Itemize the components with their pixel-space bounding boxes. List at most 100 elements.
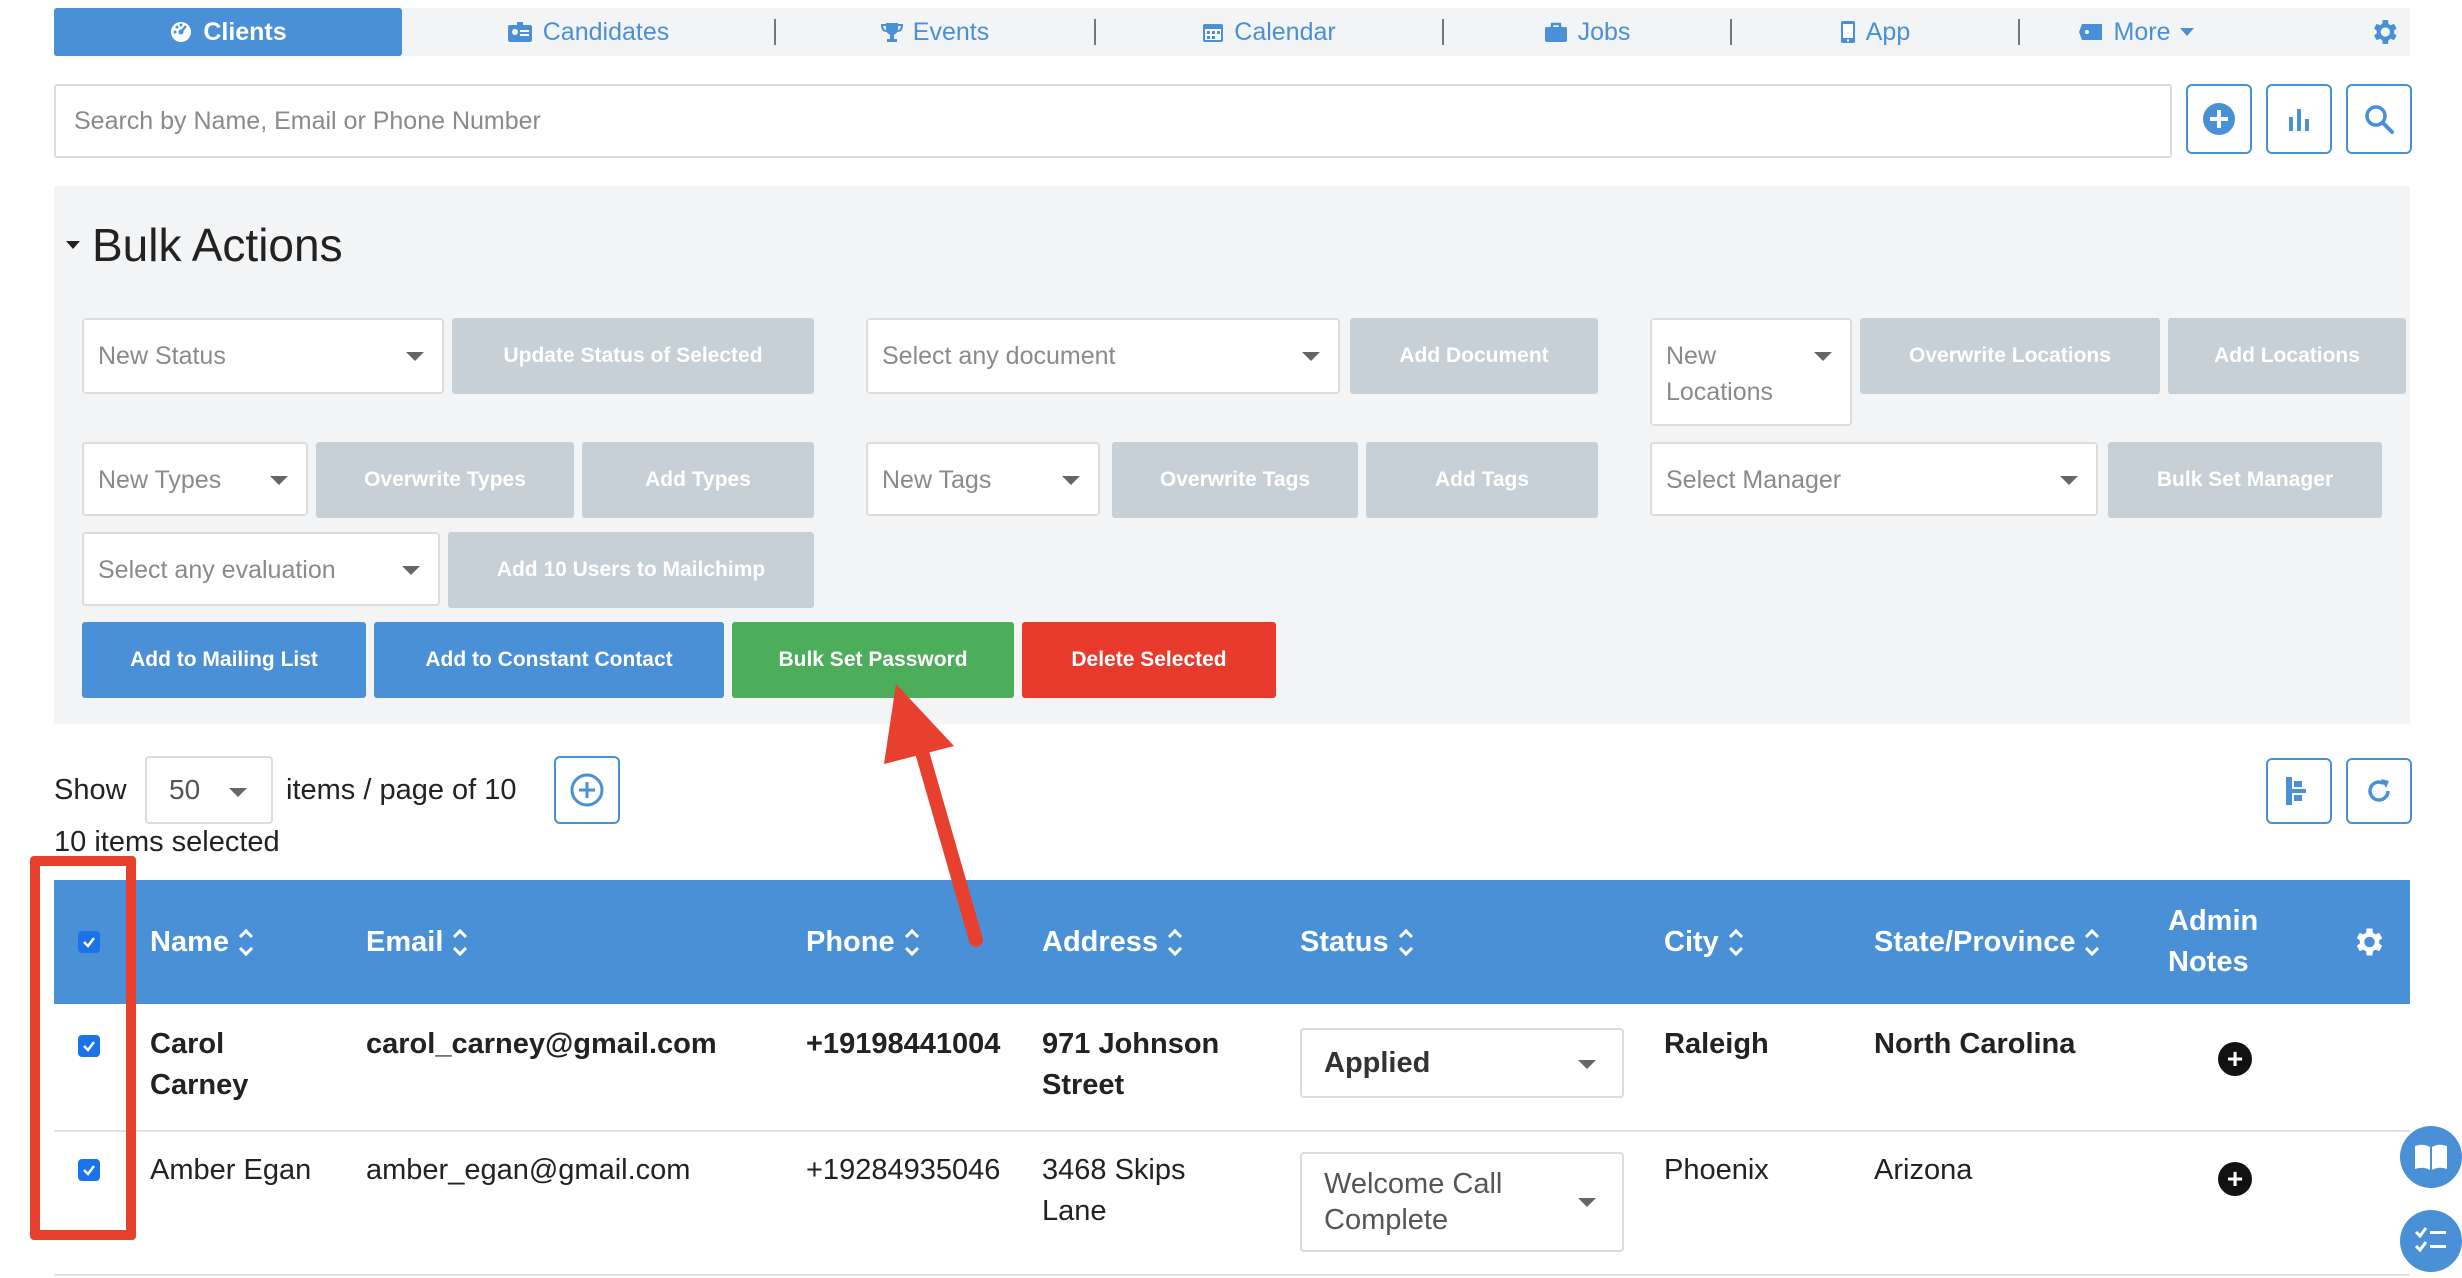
cell-email[interactable]: carol_carney@gmail.com bbox=[366, 1024, 717, 1065]
new-types-placeholder: New Types bbox=[98, 466, 222, 494]
column-label: Phone bbox=[806, 925, 895, 958]
column-label: Address bbox=[1042, 925, 1159, 958]
mobile-icon bbox=[1840, 21, 1855, 43]
column-header-phone[interactable]: Phone bbox=[806, 880, 919, 1004]
tab-more-label: More bbox=[2113, 17, 2171, 46]
search-icon bbox=[2365, 105, 2394, 134]
add-to-constant-contact-button[interactable]: Add to Constant Contact bbox=[374, 622, 724, 698]
search-button[interactable] bbox=[2346, 84, 2412, 154]
cell-state: Arizona bbox=[1874, 1154, 1973, 1186]
select-evaluation-select[interactable]: Select any evaluation bbox=[82, 532, 440, 606]
cell-phone: +19284935046 bbox=[806, 1154, 1001, 1186]
update-status-button[interactable]: Update Status of Selected bbox=[452, 318, 814, 394]
add-locations-button[interactable]: Add Locations bbox=[2168, 318, 2406, 394]
sort-icon bbox=[904, 928, 919, 956]
cell-address: 3468 Skips Lane bbox=[1042, 1154, 1186, 1227]
new-status-placeholder: New Status bbox=[98, 342, 226, 370]
bulk-set-manager-button[interactable]: Bulk Set Manager bbox=[2108, 442, 2382, 518]
column-header-name[interactable]: Name bbox=[150, 880, 254, 1004]
new-tags-select[interactable]: New Tags bbox=[866, 442, 1100, 516]
chevron-down-icon bbox=[2180, 28, 2195, 36]
select-document-placeholder: Select any document bbox=[882, 342, 1116, 370]
id-card-icon bbox=[507, 22, 532, 42]
bulk-actions-title: Bulk Actions bbox=[92, 219, 343, 271]
checklist-button[interactable] bbox=[2400, 1210, 2462, 1272]
add-document-button[interactable]: Add Document bbox=[1350, 318, 1598, 394]
refresh-icon bbox=[2368, 779, 2390, 802]
cell-name[interactable]: Carol Carney bbox=[150, 1024, 310, 1106]
add-note-icon[interactable]: + bbox=[2218, 1042, 2252, 1076]
add-tags-button[interactable]: Add Tags bbox=[1366, 442, 1598, 518]
tab-jobs-label: Jobs bbox=[1577, 17, 1631, 46]
sort-icon bbox=[1728, 928, 1743, 956]
chevron-down-icon bbox=[2060, 476, 2078, 485]
chevron-down-icon bbox=[1578, 1060, 1596, 1069]
per-page-select[interactable]: 50 bbox=[145, 756, 273, 824]
column-header-email[interactable]: Email bbox=[366, 880, 468, 1004]
tab-clients-label: Clients bbox=[203, 17, 287, 46]
table-row[interactable]: Amber Egan amber_egan@gmail.com +1928493… bbox=[54, 1132, 2410, 1276]
column-header-city[interactable]: City bbox=[1664, 880, 1743, 1004]
calendar-icon bbox=[1203, 24, 1224, 42]
add-to-mailchimp-button[interactable]: Add 10 Users to Mailchimp bbox=[448, 532, 814, 608]
cell-address: 971 Johnson Street bbox=[1042, 1028, 1220, 1101]
reports-button[interactable] bbox=[2266, 84, 2332, 154]
trophy-icon bbox=[880, 23, 903, 42]
status-value: Applied bbox=[1324, 1046, 1431, 1079]
tab-clients[interactable]: Clients bbox=[54, 8, 402, 56]
add-client-button[interactable] bbox=[2186, 84, 2252, 154]
gear-icon[interactable] bbox=[2350, 924, 2386, 960]
tab-candidates[interactable]: Candidates bbox=[402, 8, 774, 56]
select-manager-select[interactable]: Select Manager bbox=[1650, 442, 2098, 516]
search-box bbox=[54, 84, 2172, 158]
column-header-state[interactable]: State/Province bbox=[1874, 880, 2100, 1004]
bulk-set-password-button[interactable]: Bulk Set Password bbox=[732, 622, 1014, 698]
table-row[interactable]: Carol Carney carol_carney@gmail.com +191… bbox=[54, 1004, 2410, 1132]
plus-circle-outline-icon bbox=[570, 773, 604, 807]
status-select[interactable]: Welcome Call Complete bbox=[1300, 1152, 1624, 1252]
plus-circle-icon bbox=[2203, 103, 2235, 135]
add-to-mailing-list-button[interactable]: Add to Mailing List bbox=[82, 622, 366, 698]
chevron-down-icon bbox=[1578, 1198, 1596, 1207]
columns-button[interactable] bbox=[2266, 758, 2332, 824]
sitemap-icon bbox=[2286, 777, 2306, 805]
gear-icon[interactable] bbox=[2368, 16, 2400, 48]
delete-selected-button[interactable]: Delete Selected bbox=[1022, 622, 1276, 698]
book-open-icon bbox=[2415, 1144, 2447, 1170]
column-header-status[interactable]: Status bbox=[1300, 880, 1413, 1004]
status-select[interactable]: Applied bbox=[1300, 1028, 1624, 1098]
chevron-down-icon bbox=[229, 788, 247, 797]
overwrite-types-button[interactable]: Overwrite Types bbox=[316, 442, 574, 518]
new-status-select[interactable]: New Status bbox=[82, 318, 444, 394]
cell-email[interactable]: amber_egan@gmail.com bbox=[366, 1150, 690, 1191]
tab-app[interactable]: App bbox=[1732, 8, 2018, 56]
column-label: City bbox=[1664, 925, 1719, 958]
overwrite-tags-button[interactable]: Overwrite Tags bbox=[1112, 442, 1358, 518]
bulk-actions-toggle[interactable]: Bulk Actions bbox=[66, 218, 343, 272]
new-locations-select[interactable]: New Locations bbox=[1650, 318, 1852, 426]
overwrite-locations-button[interactable]: Overwrite Locations bbox=[1860, 318, 2160, 394]
column-header-address[interactable]: Address bbox=[1042, 880, 1183, 1004]
select-manager-placeholder: Select Manager bbox=[1666, 466, 1842, 494]
tab-jobs[interactable]: Jobs bbox=[1444, 8, 1730, 56]
sort-icon bbox=[2085, 928, 2100, 956]
select-document-select[interactable]: Select any document bbox=[866, 318, 1340, 394]
add-note-icon[interactable]: + bbox=[2218, 1162, 2252, 1196]
new-locations-placeholder: New Locations bbox=[1666, 342, 1774, 406]
chevron-down-icon bbox=[1814, 352, 1832, 361]
tab-events-label: Events bbox=[912, 17, 990, 46]
new-types-select[interactable]: New Types bbox=[82, 442, 308, 516]
tab-calendar[interactable]: Calendar bbox=[1096, 8, 1442, 56]
tab-candidates-label: Candidates bbox=[542, 17, 670, 46]
add-types-button[interactable]: Add Types bbox=[582, 442, 814, 518]
tab-more[interactable]: More bbox=[2020, 8, 2252, 56]
load-more-button[interactable] bbox=[554, 756, 620, 824]
cell-name[interactable]: Amber Egan bbox=[150, 1150, 311, 1191]
checkbox-highlight-box bbox=[30, 856, 136, 1240]
tab-events[interactable]: Events bbox=[776, 8, 1094, 56]
refresh-button[interactable] bbox=[2346, 758, 2412, 824]
search-input[interactable] bbox=[72, 105, 2154, 137]
selection-count: 10 items selected bbox=[54, 826, 280, 858]
guide-button[interactable] bbox=[2400, 1126, 2462, 1188]
bar-chart-icon bbox=[2289, 109, 2309, 131]
